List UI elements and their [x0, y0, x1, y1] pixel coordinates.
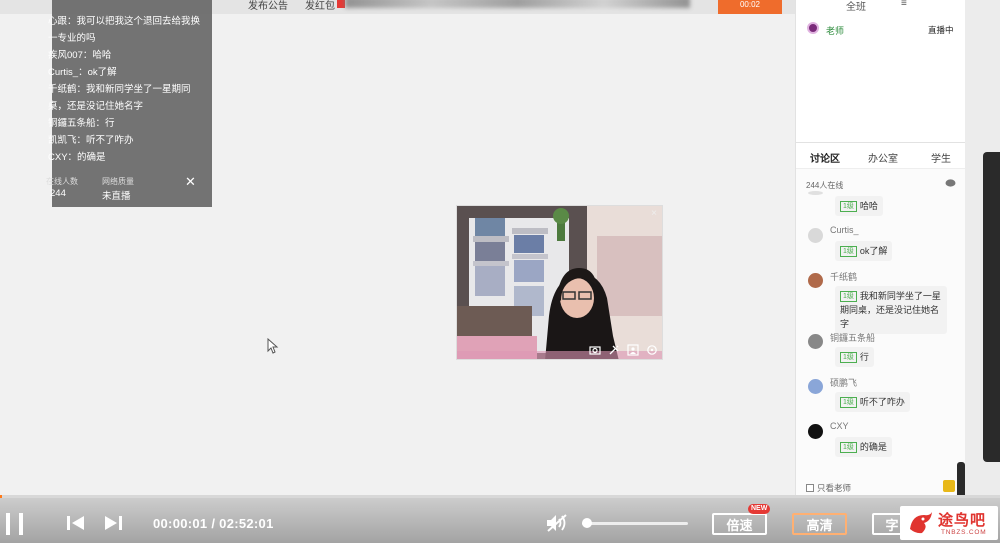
- chat-message: 1级 的确是: [835, 437, 892, 457]
- progress-track[interactable]: [0, 495, 1000, 498]
- red-packet-button[interactable]: 发红包: [305, 0, 335, 12]
- watermark: 途鸟吧 TNBZS.COM: [900, 506, 998, 540]
- view-all-tab[interactable]: 全班: [846, 0, 866, 13]
- player-bar: 00:00:01 / 02:52:01 倍速 NEW 高清 字: [0, 495, 1000, 543]
- only-teacher-checkbox[interactable]: [806, 484, 814, 492]
- tab-discussion[interactable]: 讨论区: [810, 150, 840, 165]
- mute-icon[interactable]: [545, 513, 569, 533]
- avatar: [808, 379, 823, 394]
- left-edge: [0, 14, 52, 495]
- gift-icon[interactable]: [943, 480, 955, 492]
- message-text: 听不了咋办: [859, 397, 905, 407]
- blurred-title: [345, 0, 690, 8]
- message-text: 的确是: [859, 442, 887, 452]
- quality-button[interactable]: 高清: [792, 513, 847, 535]
- speed-button[interactable]: 倍速: [712, 513, 767, 535]
- avatar: [808, 424, 823, 439]
- top-right-icon[interactable]: ≡: [901, 0, 907, 9]
- person-frame-icon[interactable]: [626, 343, 639, 356]
- bird-logo-icon: [910, 512, 932, 534]
- collapse-handle[interactable]: [983, 152, 1000, 462]
- next-icon[interactable]: [103, 515, 123, 531]
- chat-line: 铜鑼五条船：行: [48, 118, 115, 129]
- right-strip: [957, 0, 1000, 543]
- level-tag: 1级: [840, 201, 857, 212]
- participants-area: 全班 ≡ 老师 直播中: [796, 0, 966, 143]
- right-panel: 全班 ≡ 老师 直播中 讨论区 办公室 学生 244人在线 1级 哈哈 Curti…: [795, 0, 966, 495]
- avatar: [808, 228, 823, 243]
- network-label: 网络质量: [102, 177, 134, 186]
- status-button[interactable]: 00:02: [718, 0, 782, 14]
- message-author: CXY: [830, 421, 849, 431]
- chat-message: 1级 我和新同学坐了一星期同桌，还是没记住她名字: [835, 286, 947, 334]
- message-author: 硕鹏飞: [830, 378, 858, 388]
- camera-icon[interactable]: [588, 343, 601, 356]
- tools-icon[interactable]: [607, 343, 620, 356]
- subtitle-label: 字: [885, 517, 899, 533]
- level-tag: 1级: [840, 291, 857, 302]
- quality-label: 高清: [806, 517, 833, 533]
- chat-bubble-icon[interactable]: [945, 179, 956, 188]
- webcam-close-icon[interactable]: ×: [651, 208, 657, 219]
- chat-message: 1级 ok了解: [835, 241, 893, 261]
- avatar: [808, 273, 823, 288]
- level-tag: 1级: [840, 246, 857, 257]
- only-teacher-label: 只看老师: [817, 483, 852, 493]
- chat-line: 千纸鹤：我和新同学坐了一星期同: [48, 84, 191, 95]
- announcement-button[interactable]: 发布公告: [248, 0, 288, 12]
- mouse-cursor-icon: [267, 338, 279, 354]
- status-button-label: 00:02: [739, 0, 761, 9]
- message-author: 铜鑼五条船: [830, 333, 876, 343]
- avatar: [808, 191, 823, 195]
- chat-message: 1级 哈哈: [835, 196, 883, 216]
- watermark-text: 途鸟吧: [938, 512, 987, 529]
- level-tag: 1级: [840, 352, 857, 363]
- chat-line: 桌，还是没记住她名字: [48, 101, 144, 112]
- progress-fill: [0, 495, 2, 498]
- webcam-controls: [588, 343, 658, 356]
- message-text: 哈哈: [859, 201, 878, 211]
- message-author: Curtis_: [830, 225, 859, 235]
- rotate-icon[interactable]: [645, 343, 658, 356]
- online-label: 在线人数: [46, 177, 78, 186]
- message-text: ok了解: [859, 246, 888, 256]
- message-text: 行: [859, 352, 869, 362]
- play-icon[interactable]: [4, 511, 26, 537]
- chat-overlay: 心跟：我可以把我这个退回去给我换 一专业的吗 疾风007：哈哈 Curtis_：…: [46, 0, 212, 207]
- tab-office[interactable]: 办公室: [868, 150, 898, 165]
- webcam-feed: [457, 206, 662, 359]
- chat-line: 一专业的吗: [48, 33, 96, 44]
- chat-line: Curtis_：ok了解: [48, 67, 117, 78]
- red-packet-icon: [337, 0, 345, 8]
- chat-line: 疾风007：哈哈: [48, 50, 112, 61]
- avatar: [807, 22, 819, 34]
- new-badge: NEW: [748, 504, 771, 514]
- chat-line: CXY：的确是: [48, 152, 106, 163]
- chat-message: 1级行: [835, 347, 874, 367]
- close-icon[interactable]: ✕: [185, 174, 196, 190]
- network-value: 未直播: [102, 191, 131, 202]
- avatar: [808, 334, 823, 349]
- volume-knob[interactable]: [582, 518, 592, 528]
- online-value: 244: [50, 188, 66, 199]
- playback-time: 00:00:01 / 02:52:01: [153, 516, 274, 531]
- speed-label: 倍速: [726, 517, 753, 533]
- chat-message: 1级 听不了咋办: [835, 392, 910, 412]
- panel-tabs: 讨论区 办公室 学生: [796, 143, 966, 169]
- tab-students[interactable]: 学生: [931, 150, 951, 165]
- online-count: 244人在线: [806, 181, 844, 190]
- live-status: 直播中: [928, 25, 954, 35]
- user-name: 老师: [826, 26, 845, 36]
- webcam-window[interactable]: ×: [456, 205, 663, 360]
- watermark-url: TNBZS.COM: [941, 529, 987, 536]
- only-teacher-toggle[interactable]: 只看老师: [806, 482, 851, 494]
- previous-icon[interactable]: [66, 515, 86, 531]
- level-tag: 1级: [840, 397, 857, 408]
- level-tag: 1级: [840, 442, 857, 453]
- message-author: 千纸鹤: [830, 272, 858, 282]
- chat-line: 凯凯飞：听不了咋办: [48, 135, 134, 146]
- chat-line: 心跟：我可以把我这个退回去给我换: [48, 16, 201, 27]
- volume-slider[interactable]: [582, 518, 688, 528]
